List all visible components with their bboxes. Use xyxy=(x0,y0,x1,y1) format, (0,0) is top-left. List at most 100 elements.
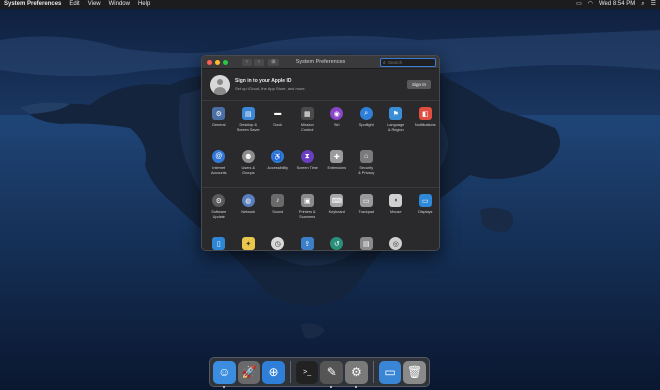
pref-extensions[interactable]: ✚ Extensions xyxy=(322,148,352,184)
pref-label: Language & Region xyxy=(387,123,405,132)
grid-icon: ⊞ xyxy=(271,58,276,65)
search-field[interactable]: ⌕ xyxy=(380,58,436,67)
pref-label: Users & Groups xyxy=(241,166,255,175)
pref-language-region[interactable]: ⚑ Language & Region xyxy=(381,105,411,141)
running-indicator xyxy=(223,385,225,388)
close-button[interactable] xyxy=(207,59,212,65)
terminal-icon[interactable]: >_ xyxy=(295,360,319,384)
pref-network[interactable]: ◍ Network xyxy=(234,192,264,228)
pref-users-groups[interactable]: ⚉ Users & Groups xyxy=(234,148,264,184)
pref-date-time[interactable]: ◷Date & Time xyxy=(263,235,293,250)
search-icon[interactable]: ⌕ xyxy=(641,0,644,9)
system-preferences-icon[interactable]: ⚙ xyxy=(345,360,368,388)
spotlight-icon: ⌕ xyxy=(359,107,373,120)
pref-sidecar[interactable]: ▯Sidecar xyxy=(204,235,234,250)
airplay-icon[interactable]: ▭ xyxy=(576,0,582,9)
pref-time-machine[interactable]: ↺Time Machine xyxy=(322,235,352,250)
menu-list-icon[interactable]: ☰ xyxy=(651,0,656,9)
pref-notifications[interactable]: ◧ Notifications xyxy=(411,105,440,141)
desktop-icon: ▤ xyxy=(241,107,255,120)
date-time-icon: ◷ xyxy=(271,237,285,250)
pref-label: Keyboard xyxy=(328,210,345,214)
preferences-section: ⚙ General ▤ Desktop & Screen Saver ▬ Dock ▦ Mis… xyxy=(202,101,439,144)
sharing-icon: ⇪ xyxy=(300,237,314,250)
zoom-button[interactable] xyxy=(223,59,228,65)
pref-printers-scanners[interactable]: ▣ Printers & Scanners xyxy=(293,192,323,228)
pref-label: Screen Time xyxy=(296,166,318,170)
pref-internet-accounts[interactable]: @ Internet Accounts xyxy=(204,148,234,184)
printer-icon: ▣ xyxy=(300,194,314,207)
pref-siri[interactable]: ◉ Siri xyxy=(322,105,352,141)
pref-label: Dock xyxy=(273,123,283,127)
mouse-icon: ◖ xyxy=(389,194,403,207)
forward-button[interactable]: › xyxy=(254,58,264,66)
trackpad-icon: ▭ xyxy=(359,194,373,207)
pref-label: Spotlight xyxy=(358,123,374,127)
dock-icon: ▬ xyxy=(271,107,285,120)
apple-id-subtitle: Set up iCloud, the App Store, and more. xyxy=(235,86,306,91)
pref-dock[interactable]: ▬ Dock xyxy=(263,105,293,141)
menu-edit[interactable]: Edit xyxy=(69,0,79,9)
sign-in-button[interactable]: Sign In xyxy=(406,80,431,89)
menu-clock[interactable]: Wed 8:54 PM xyxy=(599,0,635,9)
siri-icon: ◉ xyxy=(330,107,344,120)
pref-label: Desktop & Screen Saver xyxy=(236,123,260,132)
pref-spotlight[interactable]: ⌕ Spotlight xyxy=(352,105,382,141)
notifications-icon: ◧ xyxy=(418,107,432,120)
back-button[interactable]: ‹ xyxy=(242,58,252,66)
chevron-right-icon: › xyxy=(258,58,260,65)
pref-screen-time[interactable]: ⧗ Screen Time xyxy=(293,148,323,184)
pref-keyboard[interactable]: ⌨ Keyboard xyxy=(322,192,352,228)
dock-separator xyxy=(372,361,374,383)
preferences-section: ⚙ Software Update ◍ Network ♪ Sound ▣ Printers … xyxy=(202,188,439,231)
safari-icon[interactable]: ⊕ xyxy=(262,360,285,384)
menu-window[interactable]: Window xyxy=(109,0,130,9)
cd-icon: ◎ xyxy=(389,237,403,250)
pref-label: Siri xyxy=(334,123,340,127)
launchpad-icon[interactable]: 🚀 xyxy=(237,360,261,384)
pref-startup-disk[interactable]: ▤Startup Disk xyxy=(352,235,382,250)
downloads-folder-icon[interactable]: ▭ xyxy=(378,360,402,384)
pref-cds-dvds[interactable]: ◎CDs & DVDs xyxy=(381,235,411,250)
pref-security-privacy[interactable]: ⌂ Security & Privacy xyxy=(352,148,382,184)
apple-id-title: Sign in to your Apple ID xyxy=(235,78,292,84)
pref-trackpad[interactable]: ▭ Trackpad xyxy=(352,192,382,228)
menu-app-name[interactable]: System Preferences xyxy=(4,0,61,9)
pref-accessibility[interactable]: ♿ Accessibility xyxy=(263,148,293,184)
preferences-section: @ Internet Accounts ⚉ Users & Groups ♿ Access… xyxy=(202,144,439,188)
pref-displays[interactable]: ▭ Displays xyxy=(411,192,440,228)
search-icon: ⌕ xyxy=(383,59,386,66)
pref-software-update[interactable]: ⚙ Software Update xyxy=(204,192,234,228)
pref-general[interactable]: ⚙ General xyxy=(204,105,234,141)
chevron-left-icon: ‹ xyxy=(246,58,248,65)
general-icon: ⚙ xyxy=(212,107,226,120)
show-all-button[interactable]: ⊞ xyxy=(268,58,279,66)
language-icon: ⚑ xyxy=(389,107,403,120)
trash-icon[interactable]: 🗑 xyxy=(403,360,426,384)
apple-id-banner: Sign in to your Apple ID Set up iCloud, … xyxy=(202,69,439,101)
window-titlebar[interactable]: ‹ › ⊞ System Preferences ⌕ xyxy=(202,56,439,69)
pref-label: Mouse xyxy=(390,210,402,214)
menu-view[interactable]: View xyxy=(88,0,101,9)
script-editor-icon[interactable]: ✎ xyxy=(320,360,344,388)
preferences-section: ▯Sidecar✦Energy Saver◷Date & Time⇪Sharin… xyxy=(202,231,439,250)
search-input[interactable] xyxy=(387,60,434,65)
minimize-button[interactable] xyxy=(215,59,220,65)
avatar[interactable] xyxy=(210,74,230,95)
pref-label: Printers & Scanners xyxy=(298,210,316,219)
menu-help[interactable]: Help xyxy=(138,0,150,9)
pref-energy-saver[interactable]: ✦Energy Saver xyxy=(234,235,264,250)
pref-mission-control[interactable]: ▦ Mission Control xyxy=(293,105,323,141)
system-preferences-window: ‹ › ⊞ System Preferences ⌕ Sign in to yo… xyxy=(201,55,440,251)
pref-mouse[interactable]: ◖ Mouse xyxy=(381,192,411,228)
security-icon: ⌂ xyxy=(359,150,373,163)
wifi-icon[interactable]: ◠ xyxy=(588,0,593,9)
pref-desktop-screen-saver[interactable]: ▤ Desktop & Screen Saver xyxy=(234,105,264,141)
dock-separator xyxy=(289,361,291,383)
accessibility-icon: ♿ xyxy=(271,150,285,163)
energy-saver-icon: ✦ xyxy=(241,237,255,250)
finder-icon[interactable]: ☺ xyxy=(213,360,236,388)
extensions-icon: ✚ xyxy=(330,150,344,163)
pref-sharing[interactable]: ⇪Sharing xyxy=(293,235,323,250)
pref-sound[interactable]: ♪ Sound xyxy=(263,192,293,228)
